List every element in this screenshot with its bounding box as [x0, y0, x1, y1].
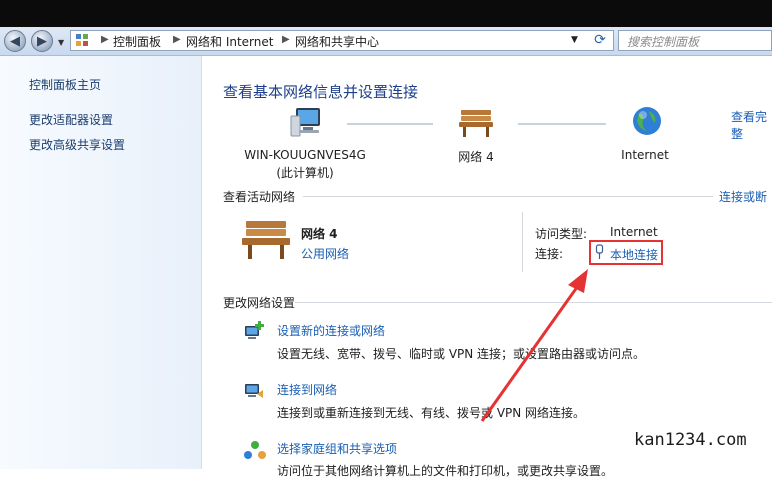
this-computer-label: (此计算机): [276, 166, 334, 180]
breadcrumb-arrow-icon[interactable]: ▶: [282, 34, 290, 45]
active-network-name: 网络 4: [301, 227, 338, 241]
address-dropdown-icon[interactable]: ▼: [571, 35, 578, 45]
access-type-value: Internet: [610, 225, 658, 239]
access-type-label: 访问类型:: [535, 227, 588, 241]
internet-label: Internet: [621, 148, 669, 162]
network-bench-icon: [459, 110, 493, 137]
breadcrumb-network-sharing-center[interactable]: 网络和共享中心: [295, 33, 379, 50]
network-map-name-label: 网络 4: [458, 150, 494, 164]
connection-line: [347, 123, 433, 125]
homegroup-sharing-link[interactable]: 选择家庭组和共享选项: [277, 440, 397, 457]
connect-to-network-link[interactable]: 连接到网络: [277, 381, 337, 398]
computer-icon: [290, 108, 320, 137]
network-category-link[interactable]: 公用网络: [301, 245, 349, 262]
public-network-bench-icon[interactable]: [240, 218, 292, 260]
new-connection-icon: [245, 321, 264, 339]
forward-button[interactable]: ▶: [31, 30, 53, 52]
recent-pages-dropdown-icon[interactable]: ▼: [58, 38, 64, 47]
change-adapter-settings-link[interactable]: 更改适配器设置: [29, 111, 113, 128]
setup-new-connection-link[interactable]: 设置新的连接或网络: [277, 322, 385, 339]
red-arrow-annotation: [480, 269, 588, 422]
change-settings-header: 更改网络设置: [223, 296, 296, 310]
breadcrumb-control-panel[interactable]: 控制面板: [113, 33, 161, 50]
control-panel-icon: [76, 34, 88, 46]
view-full-map-link[interactable]: 查看完整: [731, 108, 772, 142]
homegroup-sharing-desc: 访问位于其他网络计算机上的文件和打印机，或更改共享设置。: [277, 464, 614, 478]
local-connection-link[interactable]: 本地连接: [610, 246, 658, 263]
breadcrumb-arrow-icon[interactable]: ▶: [173, 34, 181, 45]
search-input[interactable]: 搜索控制面板: [618, 30, 772, 51]
refresh-icon[interactable]: ⟳: [589, 31, 611, 50]
connection-line: [518, 123, 606, 125]
change-advanced-sharing-link[interactable]: 更改高级共享设置: [29, 136, 125, 153]
page-title: 查看基本网络信息并设置连接: [223, 83, 419, 101]
homegroup-icon: [244, 441, 266, 459]
control-panel-home-link[interactable]: 控制面板主页: [29, 76, 101, 93]
breadcrumb-network-internet[interactable]: 网络和 Internet: [186, 33, 273, 50]
watermark: kan1234.com: [634, 430, 747, 450]
window-title-bar: [0, 0, 772, 27]
internet-globe-icon: [633, 107, 661, 135]
breadcrumb-arrow-icon[interactable]: ▶: [101, 34, 109, 45]
back-button[interactable]: ◀: [4, 30, 26, 52]
active-networks-header: 查看活动网络: [223, 190, 296, 204]
computer-name-label: WIN-KOUUGNVES4G: [244, 148, 366, 162]
connect-to-network-icon: [245, 384, 263, 398]
connect-disconnect-link[interactable]: 连接或断: [719, 188, 767, 205]
section-divider: [303, 196, 713, 197]
